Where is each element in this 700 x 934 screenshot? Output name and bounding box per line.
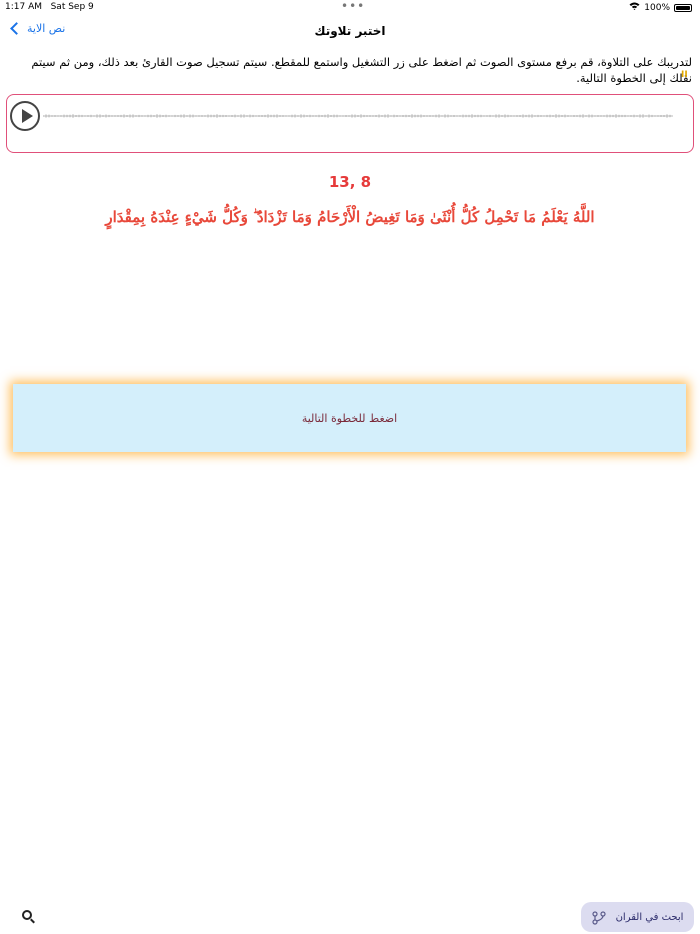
wifi-icon bbox=[629, 2, 640, 13]
quran-search-button[interactable]: ابحث في القران bbox=[581, 902, 694, 932]
play-icon bbox=[22, 109, 33, 123]
next-step-button[interactable]: اضغط للخطوة التالية bbox=[13, 384, 686, 452]
battery-icon bbox=[674, 3, 692, 12]
search-icon[interactable] bbox=[22, 910, 36, 924]
instructions-text: لتدريبك على التلاوة، قم برفع مستوى الصوت… bbox=[31, 55, 692, 85]
pause-icon[interactable]: II bbox=[681, 70, 688, 80]
battery-percent: 100% bbox=[644, 2, 670, 13]
audio-waveform[interactable] bbox=[43, 114, 673, 118]
verse-text: اللَّهُ يَعْلَمُ مَا تَحْمِلُ كُلُّ أُنْ… bbox=[105, 208, 595, 226]
play-button[interactable] bbox=[10, 101, 40, 131]
status-time: 1:17 AM Sat Sep 9 bbox=[5, 2, 94, 12]
audio-player bbox=[6, 94, 694, 153]
branch-icon bbox=[591, 910, 606, 925]
quran-search-label: ابحث في القران bbox=[615, 911, 684, 923]
next-step-label: اضغط للخطوة التالية bbox=[301, 411, 398, 425]
navigation-bar: نص الاية اختبر تلاوتك bbox=[0, 20, 700, 42]
multitasking-dots[interactable]: ••• bbox=[341, 0, 365, 12]
status-right: 100% bbox=[629, 2, 692, 13]
status-bar: 1:17 AM Sat Sep 9 ••• 100% bbox=[0, 0, 700, 14]
page-title: اختبر تلاوتك bbox=[314, 24, 386, 38]
verse-reference: 13, 8 bbox=[328, 173, 372, 191]
